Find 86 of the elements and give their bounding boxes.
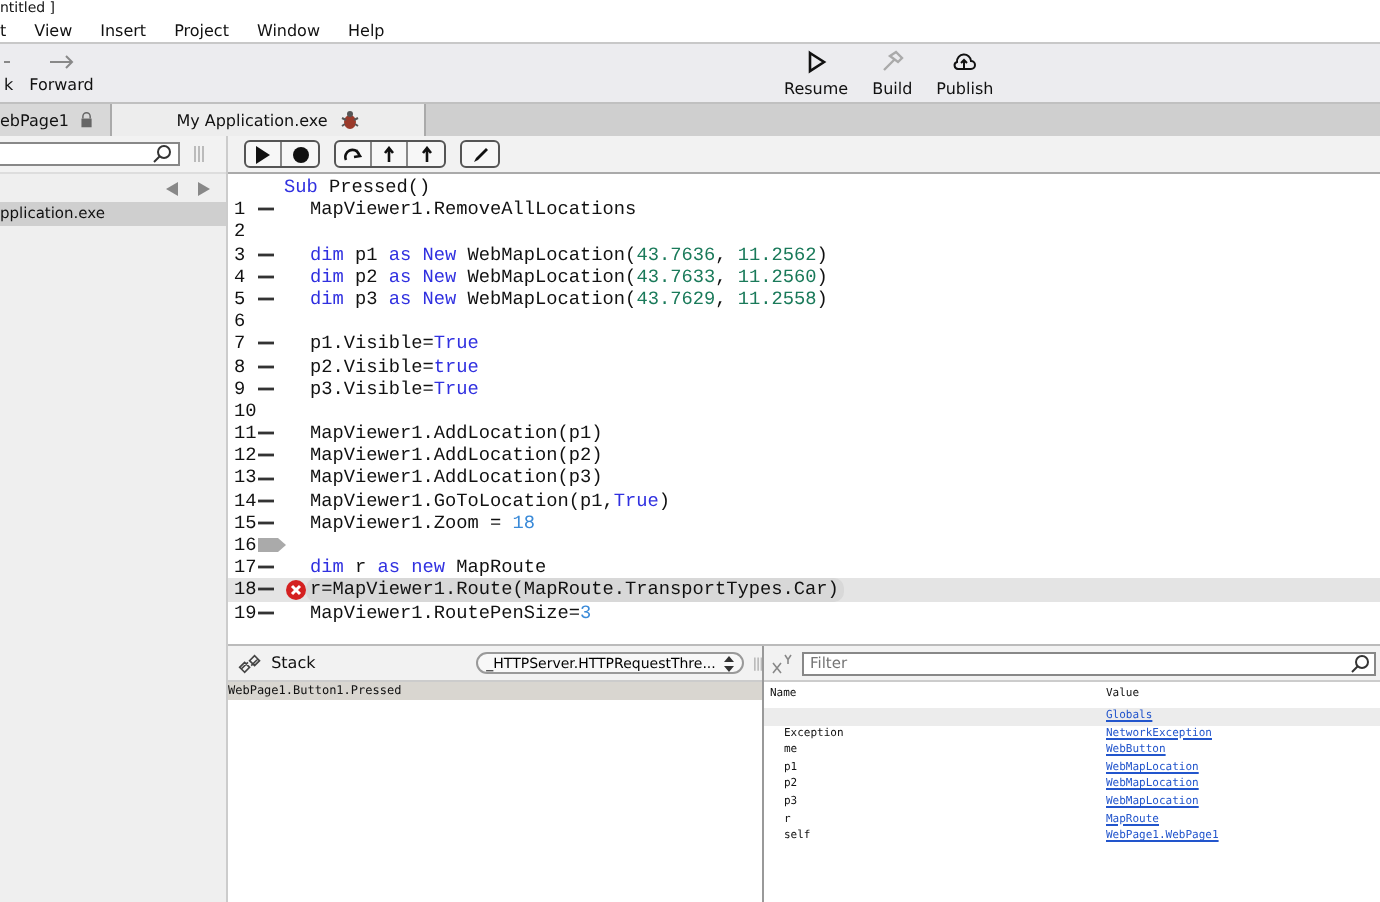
- code-line: r=MapViewer1.Route(MapRoute.TransportTypes.Car): [306, 578, 845, 602]
- play-icon: [254, 145, 272, 163]
- toolbar-button[interactable]: Resume: [780, 49, 853, 97]
- line-number: 1: [234, 198, 246, 221]
- line-number: 9: [234, 377, 246, 400]
- line-number: 11: [234, 422, 257, 445]
- line-number: 2: [234, 220, 246, 244]
- toolbar-button[interactable]: k: [0, 53, 18, 93]
- line-number: 13: [234, 466, 257, 490]
- code-line: MapViewer1.AddLocation(p3): [308, 466, 603, 490]
- code-line: Sub Pressed(): [282, 176, 431, 199]
- search-icon: [152, 144, 172, 164]
- code-line: MapViewer1.AddLocation(p1): [308, 422, 603, 445]
- grip-icon: [194, 146, 204, 162]
- line-marker-icon[interactable]: [258, 586, 274, 593]
- updown-caret-icon: [723, 655, 734, 671]
- code-line: MapViewer1.RemoveAllLocations: [308, 198, 637, 221]
- lock-icon: [80, 110, 94, 130]
- toolbar-button[interactable]: Publish: [932, 49, 998, 97]
- line-number: 3: [234, 243, 246, 266]
- line-marker-icon[interactable]: [258, 475, 274, 482]
- line-marker-icon[interactable]: [258, 206, 274, 213]
- line-marker-icon[interactable]: [258, 385, 274, 392]
- line-marker-icon[interactable]: [258, 251, 274, 258]
- line-number: 18: [234, 578, 257, 602]
- line-marker-icon[interactable]: [258, 609, 274, 616]
- line-number: 15: [234, 511, 257, 535]
- line-number: 14: [234, 489, 257, 512]
- error-icon: [286, 580, 306, 601]
- code-line: dim r as new MapRoute: [308, 556, 547, 579]
- line-marker-icon[interactable]: [258, 296, 274, 303]
- line-number: 16: [234, 534, 257, 557]
- up-arrow-icon: [419, 145, 433, 163]
- grip-icon: [753, 655, 763, 671]
- menu-item[interactable]: View: [34, 21, 73, 39]
- line-number: 5: [234, 287, 246, 311]
- panel-title: Stack: [271, 654, 318, 672]
- hammer-icon: [880, 49, 905, 73]
- line-number: 19: [234, 601, 257, 624]
- play-icon: [804, 49, 829, 73]
- code-line: MapViewer1.RoutePenSize=3: [308, 601, 592, 624]
- code-line: MapViewer1.Zoom = 18: [308, 511, 536, 534]
- line-marker-icon[interactable]: [258, 519, 274, 526]
- code-line: p1.Visible=True: [308, 332, 479, 355]
- line-marker-icon[interactable]: [258, 340, 274, 347]
- editor-tab[interactable]: ebPage1: [0, 104, 112, 136]
- line-number: 12: [234, 444, 257, 467]
- cloud-upload-icon: [952, 49, 977, 73]
- toolbar-button[interactable]: Forward: [25, 53, 98, 93]
- variable-icon: [772, 653, 794, 673]
- code-line: MapViewer1.GoToLocation(p1,True): [308, 489, 671, 512]
- menu-item[interactable]: Insert: [100, 21, 147, 39]
- code-line: dim p1 as New WebMapLocation(43.7636, 11.2562): [308, 243, 828, 266]
- code-line: p3.Visible=True: [308, 377, 479, 400]
- line-number: 8: [234, 355, 246, 378]
- record-icon: [291, 145, 309, 163]
- menu-item[interactable]: Help: [348, 21, 385, 39]
- line-number: 6: [234, 310, 246, 333]
- pencil-icon: [471, 145, 489, 163]
- up-arrow-icon: [382, 145, 396, 163]
- code-line: MapViewer1.AddLocation(p2): [308, 444, 603, 467]
- left-triangle-icon[interactable]: [166, 181, 180, 195]
- menu-item[interactable]: Window: [256, 21, 320, 39]
- line-marker-icon[interactable]: [258, 497, 274, 504]
- bug-icon: [339, 110, 360, 130]
- line-marker-icon[interactable]: [258, 273, 274, 280]
- code-line: dim p3 as New WebMapLocation(43.7629, 11.2558): [308, 287, 828, 311]
- menu-item[interactable]: t: [0, 21, 7, 39]
- right-triangle-icon[interactable]: [196, 181, 210, 195]
- editor-tab[interactable]: My Application.exe: [112, 104, 426, 136]
- line-number: 7: [234, 332, 246, 356]
- line-marker-icon[interactable]: [258, 564, 274, 571]
- line-number: 4: [234, 265, 246, 288]
- curved-arrow-icon: [344, 145, 362, 163]
- link-icon: [238, 651, 262, 675]
- right-arrow-icon: [47, 53, 76, 69]
- line-number: 17: [234, 556, 257, 579]
- code-line: dim p2 as New WebMapLocation(43.7633, 11.2560): [308, 265, 828, 288]
- search-field[interactable]: [0, 142, 180, 166]
- line-number: 10: [234, 399, 257, 423]
- code-line: p2.Visible=true: [308, 355, 479, 378]
- search-icon: [1350, 653, 1370, 673]
- line-marker-icon[interactable]: [258, 452, 274, 459]
- menu-item[interactable]: Project: [174, 21, 229, 39]
- line-marker-icon[interactable]: [258, 430, 274, 437]
- line-marker-icon[interactable]: [258, 363, 274, 370]
